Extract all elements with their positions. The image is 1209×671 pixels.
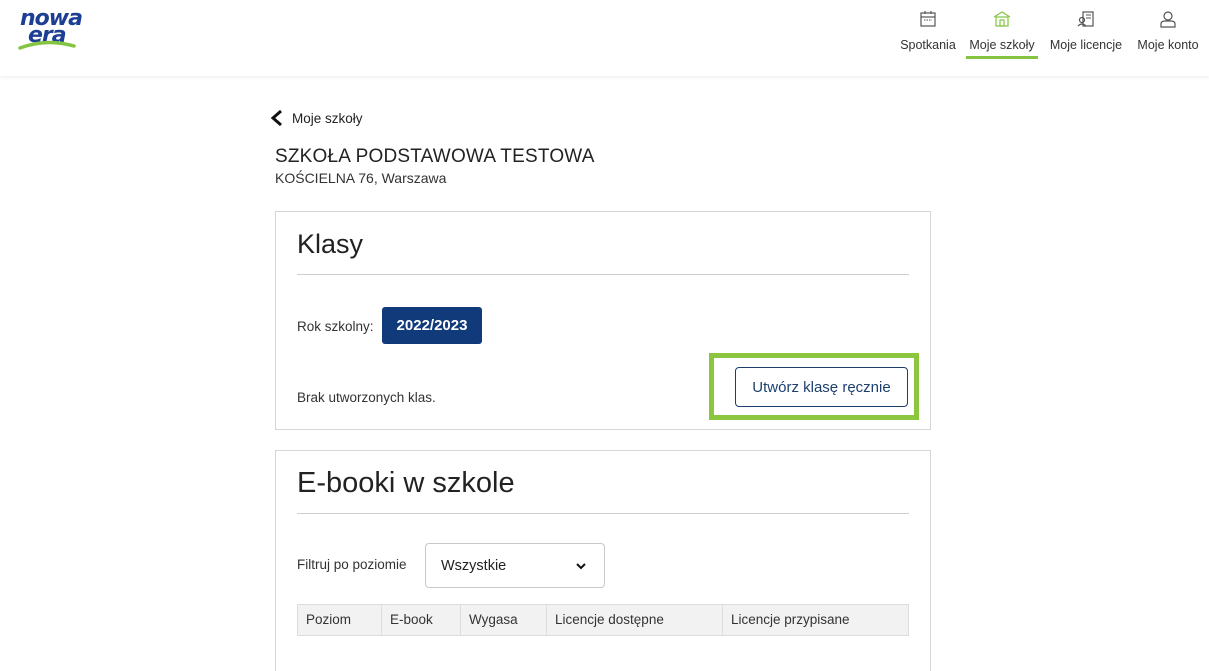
nav-label: Spotkania	[900, 38, 956, 52]
user-icon	[1160, 11, 1176, 28]
divider	[297, 274, 909, 275]
school-icon	[993, 11, 1011, 27]
active-nav-indicator	[966, 56, 1038, 59]
logo-swoosh-icon	[18, 40, 76, 50]
nav-item-spotkania[interactable]: Spotkania	[896, 0, 960, 66]
classes-title: Klasy	[297, 229, 364, 259]
filter-level-label: Filtruj po poziomie	[297, 557, 407, 572]
nav-item-moje-szkoly[interactable]: Moje szkoły	[966, 0, 1038, 66]
level-filter-select[interactable]: Wszystkie	[425, 543, 605, 588]
school-year-label: Rok szkolny:	[297, 319, 374, 334]
empty-classes-text: Brak utworzonych klas.	[297, 390, 436, 405]
page-title: SZKOŁA PODSTAWOWA TESTOWA	[275, 146, 595, 167]
ebooks-title: E-booki w szkole	[297, 467, 515, 499]
column-header-licencje-przypisane[interactable]: Licencje przypisane	[723, 605, 908, 635]
school-address: KOŚCIELNA 76, Warszawa	[275, 170, 447, 186]
ebooks-card: E-booki w szkole Filtruj po poziomie Wsz…	[275, 450, 931, 671]
nav-label: Moje konto	[1137, 38, 1199, 52]
classes-card: Klasy Rok szkolny: 2022/2023 Brak utworz…	[275, 211, 931, 430]
level-filter-value: Wszystkie	[441, 558, 507, 574]
divider	[297, 513, 909, 514]
ebooks-table-header: Poziom E-book Wygasa Licencje dostępne L…	[297, 604, 909, 636]
column-header-ebook[interactable]: E-book	[382, 605, 461, 635]
chevron-down-icon	[576, 563, 586, 570]
nav-item-moje-licencje[interactable]: Moje licencje	[1043, 0, 1129, 66]
back-link[interactable]: Moje szkoły	[270, 108, 363, 128]
back-link-label: Moje szkoły	[292, 110, 363, 126]
column-header-poziom[interactable]: Poziom	[298, 605, 382, 635]
license-icon	[1077, 11, 1094, 27]
column-header-wygasa[interactable]: Wygasa	[461, 605, 547, 635]
column-header-licencje-dostepne[interactable]: Licencje dostępne	[547, 605, 723, 635]
nav-item-moje-konto[interactable]: Moje konto	[1133, 0, 1203, 66]
chevron-left-icon	[270, 110, 282, 126]
nav-label: Moje licencje	[1049, 38, 1123, 52]
school-year-button[interactable]: 2022/2023	[382, 307, 482, 344]
create-class-manually-button[interactable]: Utwórz klasę ręcznie	[735, 367, 908, 407]
top-header: nowa era Spotkania Moje szkoły Moje lice…	[0, 0, 1209, 76]
calendar-icon	[920, 11, 936, 27]
nowa-era-logo[interactable]: nowa era	[18, 8, 83, 54]
nav-label: Moje szkoły	[969, 38, 1035, 52]
